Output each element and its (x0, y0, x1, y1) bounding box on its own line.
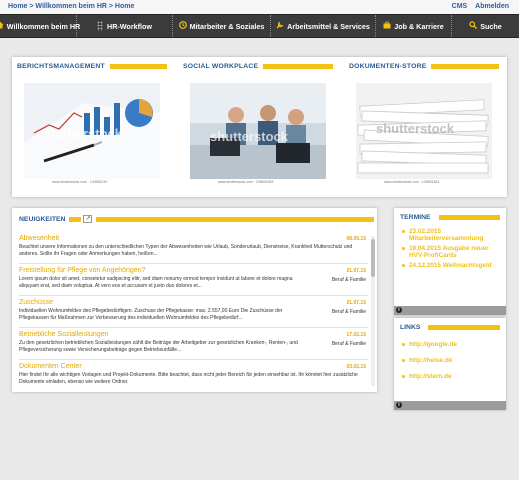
nav-label: HR-Workflow (107, 21, 152, 31)
accent-bar (69, 216, 82, 222)
links-title: LINKS (400, 324, 421, 331)
home-icon (0, 21, 4, 31)
link-item[interactable]: http://google.de (402, 341, 498, 348)
featured-image-documents[interactable]: shutterstock (356, 83, 492, 179)
accent-bar (428, 325, 500, 330)
news-item-category: Beruf & Familie (331, 309, 366, 315)
news-item[interactable]: Freistellung für Pflege von Angehörigen?… (19, 266, 368, 296)
featured-berichtsmanagement[interactable]: BERICHTSMANAGEMENT (17, 63, 167, 70)
top-bar: Home > Willkommen beim HR > Home CMS Abm… (0, 0, 519, 14)
nav-item-hr-workflow[interactable]: HR-Workflow (77, 15, 173, 37)
info-icon[interactable]: i (396, 307, 402, 313)
nav-item-welcome[interactable]: Willkommen beim HR (0, 15, 81, 37)
main-nav: Willkommen beim HR HR-Workflow Mitarbeit… (0, 14, 519, 38)
nav-label: Suche (480, 21, 502, 31)
nav-label: Mitarbeiter & Soziales (189, 21, 265, 31)
link-item[interactable]: http://stern.de (402, 373, 498, 380)
external-link-icon[interactable]: ↗ (83, 215, 93, 223)
news-item[interactable]: Dokumenten Center 03.02.15 Hier findet I… (19, 362, 368, 392)
news-list: Abwesenheit 08.09.15 Beachtet unsere Inf… (19, 234, 368, 392)
news-item[interactable]: Betriebliche Sozialleistungen 17.02.15 B… (19, 330, 368, 360)
news-title: NEUIGKEITEN (19, 215, 66, 223)
accent-bar (438, 215, 500, 220)
link-item[interactable]: http://heise.de (402, 357, 498, 364)
news-item-date: 21.07.15 (346, 300, 366, 306)
nav-item-mitarbeiter[interactable]: Mitarbeiter & Soziales (173, 15, 271, 37)
termine-title: TERMINE (400, 214, 431, 221)
news-header: NEUIGKEITEN ↗ (19, 215, 374, 223)
termine-item[interactable]: 23.02.2015 Mitarbeiterversammlung (402, 228, 498, 242)
news-item-title[interactable]: Zuschüsse (19, 299, 53, 306)
search-icon (469, 21, 478, 31)
termine-panel: TERMINE 23.02.2015 Mitarbeiterversammlun… (394, 208, 506, 315)
featured-dokumenten-store[interactable]: DOKUMENTEN-STORE (349, 63, 499, 70)
news-scrollbar[interactable] (371, 236, 375, 386)
termine-item[interactable]: 19.04.2015 Ausgabe neuer HVV-ProfiCards (402, 245, 498, 259)
nav-label: Job & Karriere (394, 21, 444, 31)
news-item-category: Beruf & Familie (331, 341, 366, 347)
accent-bar (263, 64, 333, 69)
featured-image-team[interactable]: shutterstock (190, 83, 326, 179)
news-item-title[interactable]: Dokumenten Center (19, 363, 82, 370)
dots-icon (97, 21, 103, 31)
featured-title: DOKUMENTEN-STORE (349, 63, 427, 70)
news-item-text: Hier findet Ihr alle wichtigen Vorlagen … (19, 372, 358, 385)
nav-label: Arbeitsmittel & Services (287, 21, 370, 31)
panel-footer: i (394, 401, 506, 410)
news-item-text: Beachtet unsere Informationen zu den unt… (19, 244, 353, 257)
watermark: shutterstock (44, 126, 123, 141)
news-item-title[interactable]: Freistellung für Pflege von Angehörigen? (19, 267, 145, 274)
watermark: shutterstock (376, 121, 455, 136)
news-item-date: 17.02.15 (346, 332, 366, 338)
nav-label: Willkommen beim HR (6, 21, 81, 31)
news-item-date: 08.09.15 (346, 236, 366, 242)
wrench-icon (276, 21, 284, 31)
news-item-date: 21.07.15 (346, 268, 366, 274)
nav-item-arbeitsmittel[interactable]: Arbeitsmittel & Services (271, 15, 376, 37)
news-item-text: Individuellen Wohnumfeldes des Pflegebed… (19, 308, 283, 321)
image-credit: www.shutterstock.com · 208639283 (218, 180, 274, 184)
news-item[interactable]: Zuschüsse 21.07.15 Beruf & Familie Indiv… (19, 298, 368, 328)
logout-link[interactable]: Abmelden (475, 3, 509, 10)
image-credit: www.shutterstock.com · 125691824 (384, 180, 440, 184)
news-item-date: 03.02.15 (346, 364, 366, 370)
links-panel: LINKS http://google.de http://heise.de h… (394, 318, 506, 410)
panel-footer: i (394, 306, 506, 315)
breadcrumb[interactable]: Home > Willkommen beim HR > Home (8, 3, 134, 10)
featured-title: SOCIAL WORKPLACE (183, 63, 259, 70)
featured-title: BERICHTSMANAGEMENT (17, 63, 105, 70)
image-credit: www.shutterstock.com · 133962149 (52, 180, 108, 184)
featured-social-workplace[interactable]: SOCIAL WORKPLACE (183, 63, 333, 70)
info-icon[interactable]: i (396, 402, 402, 408)
news-item-category: Beruf & Familie (331, 277, 366, 283)
nav-item-search[interactable]: Suche (452, 15, 519, 37)
accent-bar (96, 216, 374, 222)
featured-image-charts[interactable]: shutterstock (24, 83, 160, 179)
watermark: shutterstock (210, 129, 289, 144)
termine-item[interactable]: 24.12.2015 Weihnachtsgeld (402, 262, 498, 269)
news-item-text: Zu den gesetzlichen betrieblichen Sozial… (19, 340, 298, 353)
briefcase-icon (383, 21, 391, 31)
news-item[interactable]: Abwesenheit 08.09.15 Beachtet unsere Inf… (19, 234, 368, 264)
accent-bar (431, 64, 499, 69)
scrollbar-thumb[interactable] (371, 239, 375, 277)
news-item-title[interactable]: Abwesenheit (19, 235, 59, 242)
news-item-title[interactable]: Betriebliche Sozialleistungen (19, 331, 109, 338)
clock-icon (178, 21, 187, 31)
news-item-text: Lorem ipsum dolor sit amet, consetetur s… (19, 276, 293, 289)
news-panel: NEUIGKEITEN ↗ Abwesenheit 08.09.15 Beach… (12, 208, 377, 392)
featured-panel: BERICHTSMANAGEMENT shutterstock www.shut… (12, 57, 507, 197)
cms-link[interactable]: CMS (452, 3, 468, 10)
accent-bar (109, 64, 167, 69)
nav-item-job-karriere[interactable]: Job & Karriere (376, 15, 452, 37)
